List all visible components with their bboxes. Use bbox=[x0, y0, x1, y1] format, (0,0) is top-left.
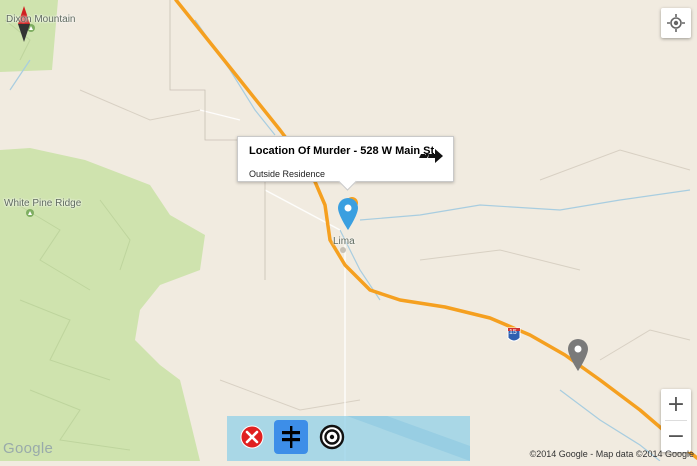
map-copyright: ©2014 Google - Map data ©2014 Google bbox=[529, 449, 694, 459]
signpost-icon bbox=[282, 426, 300, 448]
lima-town-dot bbox=[340, 247, 346, 253]
action-toolbar bbox=[227, 416, 470, 461]
navigate-arrow-icon[interactable] bbox=[419, 146, 443, 171]
close-button[interactable] bbox=[235, 420, 269, 454]
zoom-controls: + − bbox=[661, 389, 691, 452]
interstate-highway bbox=[174, 0, 697, 460]
murder-location-marker[interactable] bbox=[337, 197, 359, 231]
target-icon bbox=[319, 424, 345, 450]
info-window-title: Location Of Murder - 528 W Main St bbox=[249, 145, 435, 157]
info-window[interactable]: Location Of Murder - 528 W Main St Outsi… bbox=[237, 136, 454, 191]
my-location-icon bbox=[667, 14, 685, 32]
google-logo: Google bbox=[3, 440, 54, 457]
zoom-out-button[interactable]: − bbox=[661, 421, 691, 452]
interstate-label: 15 bbox=[509, 329, 517, 336]
place-label-mountain: Dixon Mountain bbox=[6, 14, 76, 25]
my-location-button[interactable] bbox=[661, 8, 691, 38]
place-label-lima: Lima bbox=[333, 236, 355, 247]
close-circle-icon bbox=[240, 425, 264, 449]
directions-button[interactable] bbox=[274, 420, 308, 454]
map-canvas[interactable]: Dixon Mountain White Pine Ridge Lima 15 … bbox=[0, 0, 697, 462]
park-icon-white-pine bbox=[26, 209, 34, 217]
place-label-white-pine-ridge: White Pine Ridge bbox=[4, 198, 82, 209]
second-marker[interactable] bbox=[567, 338, 589, 372]
zoom-in-button[interactable]: + bbox=[661, 389, 691, 420]
target-button[interactable] bbox=[315, 420, 349, 454]
info-window-snippet: Outside Residence bbox=[249, 169, 326, 179]
